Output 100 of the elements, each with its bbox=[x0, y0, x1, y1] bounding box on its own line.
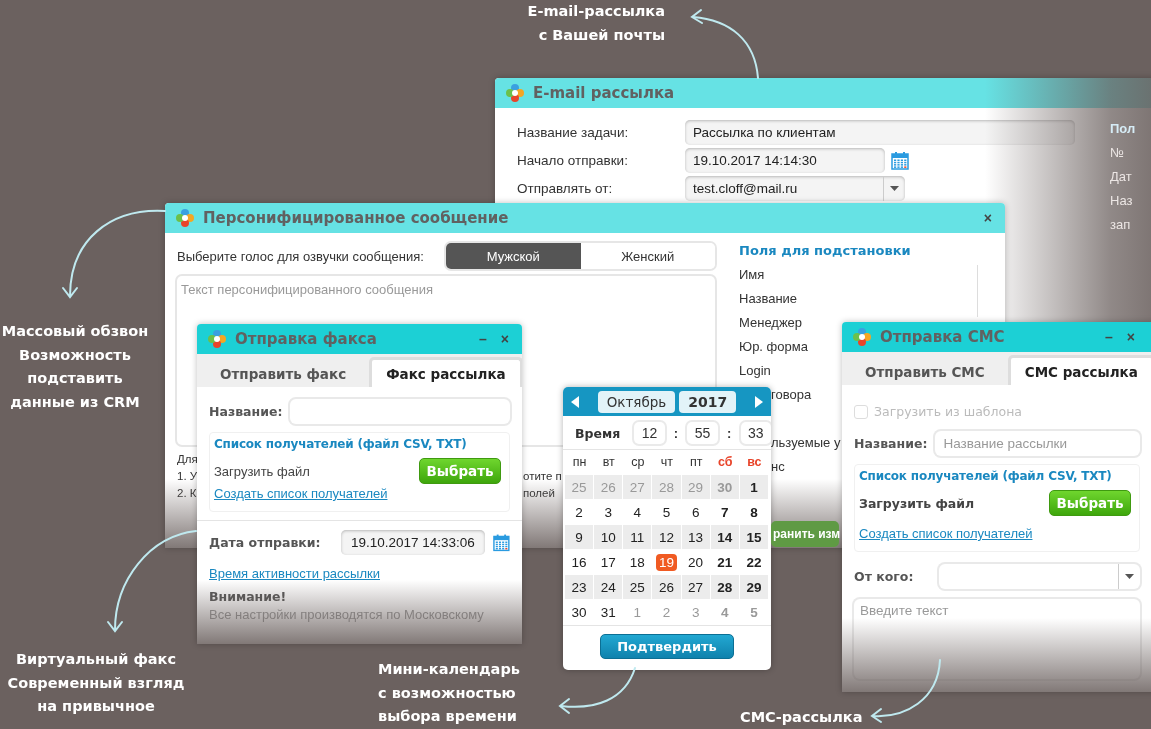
day[interactable]: 22 bbox=[743, 553, 765, 571]
note-text: полей bbox=[523, 486, 555, 501]
caption-text: Виртуальный факс Современный взгляд на привычное bbox=[6, 650, 186, 716]
select-field[interactable]: test.cloff@mail.ru bbox=[685, 176, 905, 201]
day[interactable]: 30 bbox=[568, 603, 590, 621]
right-triangle-icon bbox=[755, 395, 763, 408]
day[interactable]: 5 bbox=[659, 503, 674, 521]
window-control[interactable]: – bbox=[476, 331, 490, 347]
field-label: Название: bbox=[854, 436, 928, 451]
day[interactable]: 2 bbox=[572, 503, 586, 521]
date-field[interactable]: 19.10.2017 14:14:30 bbox=[685, 148, 885, 173]
day[interactable]: 31 bbox=[597, 603, 619, 621]
logo-icon bbox=[175, 208, 195, 228]
time-separator: : bbox=[726, 425, 733, 441]
note-text: Для bbox=[177, 452, 198, 467]
window-control[interactable]: × bbox=[497, 331, 512, 347]
field-label: От кого: bbox=[854, 569, 914, 584]
note-text: отите п bbox=[523, 469, 562, 484]
section-heading: Список получателей (файл CSV, TXT) bbox=[859, 469, 1112, 483]
section-heading: Список получателей (файл CSV, TXT) bbox=[214, 437, 467, 451]
day[interactable]: 18 bbox=[626, 553, 648, 571]
caption-text: E-mail-рассылка с Вашей почты bbox=[526, 2, 665, 45]
upload-label: Загрузить файл bbox=[859, 495, 975, 511]
caret-icon bbox=[1125, 574, 1134, 579]
side-text: Наз bbox=[1110, 192, 1133, 210]
field-label: Начало отправки: bbox=[517, 153, 629, 168]
window-control[interactable]: × bbox=[1123, 329, 1138, 345]
field-label: Название: bbox=[209, 404, 283, 419]
year-button[interactable]: 2017 bbox=[679, 390, 737, 413]
time-label: Время bbox=[575, 425, 621, 441]
side-text: Пол bbox=[1110, 120, 1136, 138]
side-text: зап bbox=[1110, 216, 1131, 234]
weekday-label: вс bbox=[746, 454, 763, 471]
weekday-label: пт bbox=[688, 454, 704, 471]
create-list-link[interactable]: Создать список получателей bbox=[214, 486, 501, 501]
input-field[interactable]: Рассылка по клиентам bbox=[685, 120, 1075, 145]
weekday-label: вт bbox=[601, 454, 616, 471]
window-control[interactable]: × bbox=[980, 210, 995, 226]
activity-link[interactable]: Время активности рассылки bbox=[209, 566, 510, 581]
weekday-label: ср bbox=[630, 454, 646, 471]
field-item[interactable]: Менеджер bbox=[739, 311, 803, 335]
tab[interactable]: Факс рассылка bbox=[369, 357, 522, 387]
day[interactable]: 6 bbox=[688, 503, 703, 521]
field-label: Отправлять от: bbox=[517, 181, 614, 196]
voice-label: Выберите голос для озвучки сообщения: bbox=[177, 248, 424, 264]
caret-icon bbox=[890, 186, 899, 191]
previous-button[interactable] bbox=[571, 395, 579, 408]
curved-arrow bbox=[690, 9, 759, 79]
note-text: 1. У bbox=[177, 469, 198, 484]
logo-icon bbox=[852, 327, 872, 347]
create-list-link[interactable]: Создать список получателей bbox=[859, 526, 1131, 541]
warning-title: Внимание! bbox=[209, 589, 288, 604]
field-label: Название задачи: bbox=[517, 125, 630, 140]
weekday-label: сб bbox=[717, 454, 734, 471]
day[interactable]: 16 bbox=[568, 553, 590, 571]
tab[interactable]: Отправить факс bbox=[203, 357, 364, 387]
day[interactable]: 21 bbox=[714, 553, 736, 571]
left-triangle-icon bbox=[571, 395, 579, 408]
day[interactable]: 7 bbox=[718, 503, 732, 521]
tab[interactable]: СМС рассылка bbox=[1007, 355, 1151, 385]
curved-arrow bbox=[870, 659, 941, 723]
side-text: Дат bbox=[1110, 168, 1132, 186]
day[interactable]: 8 bbox=[747, 503, 761, 521]
window-title: Персонифицированное сообщение bbox=[203, 209, 510, 227]
time-separator: : bbox=[672, 425, 680, 441]
weekday-label: пн bbox=[571, 454, 588, 471]
window-control[interactable]: – bbox=[1102, 329, 1116, 345]
caption-text: Мини-календарь с возможностью выбора времени bbox=[378, 660, 521, 726]
day[interactable]: 17 bbox=[597, 553, 619, 571]
field-item[interactable]: Юр. форма bbox=[739, 335, 808, 359]
logo-icon bbox=[505, 83, 525, 103]
caption-text: Массовый обзвон Возможность подставить данные из CRM bbox=[0, 322, 150, 412]
field-item[interactable]: Имя bbox=[739, 263, 765, 287]
date-field[interactable]: 19.10.2017 14:33:06 bbox=[340, 530, 486, 555]
tab[interactable]: Отправить СМС bbox=[848, 355, 1002, 385]
window-title: Отправка СМС bbox=[880, 328, 1006, 346]
fields-heading: Поля для подстановки bbox=[739, 243, 912, 258]
day[interactable]: 4 bbox=[630, 503, 645, 521]
day[interactable]: 3 bbox=[601, 503, 615, 521]
note-text: 2. К bbox=[177, 486, 197, 501]
caption-text: СМС-рассылка bbox=[740, 708, 864, 727]
weekday-label: чт bbox=[659, 454, 675, 471]
calendar-icon[interactable] bbox=[891, 151, 909, 170]
confirm-button[interactable]: Подтвердить bbox=[600, 634, 734, 659]
day[interactable]: 20 bbox=[685, 553, 707, 571]
window-title: Отправка факса bbox=[235, 330, 378, 348]
field-item[interactable]: Название bbox=[739, 287, 798, 311]
month-button[interactable]: Октябрь bbox=[597, 390, 676, 413]
select-field[interactable] bbox=[939, 564, 1140, 589]
time-field[interactable]: 33 bbox=[740, 422, 771, 444]
side-text: № bbox=[1110, 144, 1124, 162]
voice-option[interactable]: Мужской bbox=[446, 243, 581, 269]
upload-label: Загрузить файл bbox=[214, 463, 310, 479]
time-field[interactable]: 55 bbox=[687, 422, 718, 444]
next-button[interactable] bbox=[755, 395, 763, 408]
field-item[interactable]: Login bbox=[739, 359, 771, 383]
calendar-icon[interactable] bbox=[493, 533, 510, 552]
time-field[interactable]: 12 bbox=[634, 422, 665, 444]
logo-icon bbox=[207, 329, 227, 349]
field-label: Дата отправки: bbox=[209, 535, 321, 550]
